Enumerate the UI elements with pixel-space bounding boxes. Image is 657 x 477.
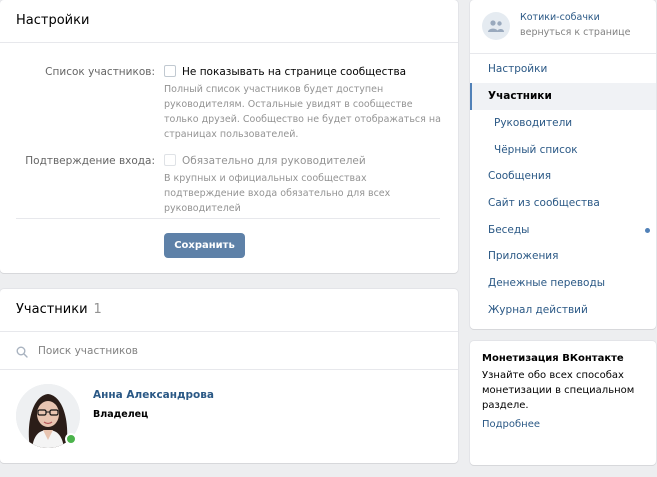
login-confirm-label: Подтверждение входа: bbox=[25, 155, 155, 167]
group-avatar[interactable] bbox=[482, 12, 510, 40]
nav-item-members[interactable]: Участники bbox=[470, 83, 656, 110]
members-search bbox=[0, 332, 458, 370]
settings-card: Настройки Список участников: Не показыва… bbox=[0, 0, 458, 273]
members-card: Участники 1 Поиск участников Анна Алекса… bbox=[0, 289, 458, 463]
search-icon bbox=[16, 346, 28, 358]
nav-item-messages[interactable]: Сообщения bbox=[470, 163, 656, 190]
monetization-card: Монетизация ВКонтакте Узнайте обо всех с… bbox=[470, 341, 656, 465]
unread-dot bbox=[645, 228, 650, 233]
members-header: Участники 1 bbox=[0, 289, 458, 332]
settings-title: Настройки bbox=[0, 0, 458, 43]
members-list-label: Список участников: bbox=[45, 66, 155, 78]
more-link[interactable]: Подробнее bbox=[482, 419, 540, 430]
member-row: Анна Александрова Владелец bbox=[16, 384, 436, 452]
settings-nav: Котики-собачки вернуться к странице Наст… bbox=[470, 0, 656, 329]
nav-item-managers[interactable]: Руководители bbox=[470, 110, 656, 137]
nav-item-apps[interactable]: Приложения bbox=[470, 243, 656, 270]
users-icon bbox=[488, 20, 504, 32]
online-indicator bbox=[65, 433, 77, 445]
nav-item-site[interactable]: Сайт из сообщества bbox=[470, 190, 656, 217]
hide-members-checkbox[interactable]: Не показывать на странице сообщества bbox=[164, 65, 406, 78]
login-confirm-hint: В крупных и официальных сообществах подт… bbox=[164, 173, 391, 214]
nav-item-chats[interactable]: Беседы bbox=[470, 217, 656, 244]
hide-members-checkbox-label: Не показывать на странице сообщества bbox=[182, 66, 407, 78]
monetization-text: Узнайте обо всех способах монетизации в … bbox=[482, 370, 635, 411]
avatar[interactable] bbox=[16, 384, 80, 448]
nav-item-settings[interactable]: Настройки bbox=[470, 56, 656, 83]
nav-item-transfers[interactable]: Денежные переводы bbox=[470, 270, 656, 297]
members-list-hint: Полный список участников будет доступен … bbox=[164, 84, 441, 140]
group-header[interactable]: Котики-собачки вернуться к странице bbox=[470, 0, 656, 54]
member-role: Владелец bbox=[93, 409, 149, 420]
nav-item-chats-label: Беседы bbox=[488, 224, 530, 236]
monetization-title: Монетизация ВКонтакте bbox=[482, 353, 624, 364]
member-name[interactable]: Анна Александрова bbox=[93, 389, 214, 401]
save-button[interactable]: Сохранить bbox=[164, 233, 245, 258]
members-title: Участники bbox=[16, 302, 88, 317]
members-count: 1 bbox=[93, 302, 102, 317]
nav-item-blacklist[interactable]: Чёрный список bbox=[470, 137, 656, 164]
search-input[interactable] bbox=[38, 341, 438, 361]
divider bbox=[16, 218, 440, 219]
login-confirm-checkbox[interactable]: Обязательно для руководителей bbox=[164, 154, 366, 167]
checkbox-box[interactable] bbox=[164, 154, 176, 166]
checkbox-box[interactable] bbox=[164, 65, 176, 77]
back-to-page-link[interactable]: вернуться к странице bbox=[520, 27, 630, 38]
group-name[interactable]: Котики-собачки bbox=[520, 12, 600, 23]
nav-item-log[interactable]: Журнал действий bbox=[470, 297, 656, 324]
login-confirm-checkbox-label: Обязательно для руководителей bbox=[182, 155, 366, 167]
